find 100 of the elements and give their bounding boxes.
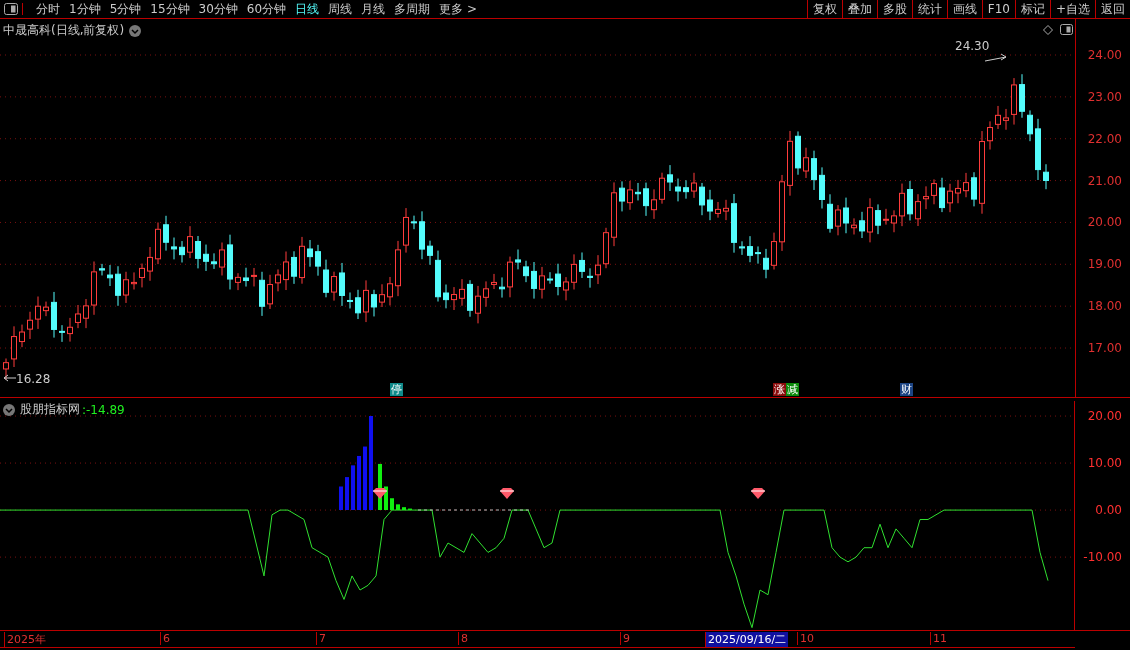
candlestick	[739, 240, 745, 256]
candlestick	[371, 289, 377, 317]
candlestick	[179, 240, 185, 263]
candlestick	[707, 189, 713, 221]
candlestick	[1035, 118, 1041, 181]
candlestick	[931, 178, 937, 205]
period-tab[interactable]: 多周期	[394, 0, 431, 18]
candlestick	[51, 291, 57, 339]
candlestick	[259, 271, 265, 317]
date-label: 2025年	[4, 632, 48, 647]
period-tab[interactable]: 1分钟	[69, 0, 101, 18]
candlestick	[955, 179, 961, 204]
date-label: 2025/09/16/二	[705, 632, 789, 647]
period-tab[interactable]: 周线	[328, 0, 353, 18]
price-tick-label: 24.00	[1087, 48, 1122, 62]
candlestick	[563, 276, 569, 301]
candlestick	[771, 232, 777, 271]
candlestick	[251, 267, 257, 287]
candlestick	[851, 217, 857, 235]
candlestick	[795, 130, 801, 176]
candlestick	[323, 259, 329, 298]
candlestick	[155, 221, 161, 265]
candlestick	[203, 244, 209, 272]
period-tab[interactable]: 30分钟	[198, 0, 238, 18]
event-marker[interactable]: 减	[786, 383, 799, 396]
period-tab[interactable]: 分时	[36, 0, 60, 18]
candlestick	[347, 292, 353, 309]
candlestick	[27, 311, 33, 340]
indicator-name: 股朋指标网	[20, 401, 80, 418]
candlestick	[923, 185, 929, 210]
candlestick	[283, 251, 289, 291]
candlestick	[755, 245, 761, 265]
event-marker[interactable]: 财	[900, 383, 913, 396]
candlestick	[659, 172, 665, 205]
indicator-value: :-14.89	[82, 402, 125, 417]
candlestick	[787, 130, 793, 197]
panel-toggle-icon[interactable]	[4, 3, 23, 15]
candlestick	[475, 285, 481, 324]
candlestick	[35, 296, 41, 330]
period-tab[interactable]: 60分钟	[246, 0, 287, 18]
diamond-icon[interactable]	[1043, 25, 1053, 35]
candlestick	[715, 201, 721, 219]
candlestick	[1011, 77, 1017, 126]
candlestick	[219, 242, 225, 276]
period-tab[interactable]: 15分钟	[150, 0, 190, 18]
candlestick	[763, 248, 769, 279]
candlestick	[195, 235, 201, 269]
candlestick	[939, 177, 945, 213]
price-tick-label: 23.00	[1087, 89, 1122, 104]
price-tick-label: 19.00	[1087, 257, 1122, 272]
candlestick	[427, 240, 433, 266]
candlestick	[971, 171, 977, 207]
candlestick	[379, 283, 385, 308]
candlestick	[435, 250, 441, 302]
candlestick	[91, 261, 97, 316]
candlestick	[611, 181, 617, 247]
candlestick	[43, 301, 49, 317]
panel-toggle-icon[interactable]	[1060, 24, 1073, 35]
candlestick	[307, 239, 313, 268]
candlestick	[899, 183, 905, 227]
candlestick	[819, 166, 825, 209]
period-tab[interactable]: 月线	[361, 0, 386, 18]
candlestick	[803, 147, 809, 179]
candlestick	[1019, 73, 1025, 119]
candlestick	[395, 240, 401, 297]
period-tab[interactable]: 更多 >	[439, 0, 477, 18]
candlestick	[891, 209, 897, 233]
candlestick	[811, 150, 817, 191]
candlestick	[163, 215, 169, 252]
candlestick	[907, 180, 913, 221]
candlestick	[75, 304, 81, 329]
date-label: 10	[797, 632, 816, 645]
arrow-icon	[984, 53, 1007, 62]
candlestick	[459, 278, 465, 307]
candlestick	[443, 284, 449, 309]
date-label: 7	[316, 632, 328, 645]
candlestick	[539, 266, 545, 300]
chevron-icon[interactable]	[129, 24, 142, 37]
price-tick-label: 20.00	[1087, 215, 1122, 230]
candlestick	[451, 286, 457, 311]
candlestick	[131, 271, 137, 290]
candlestick	[547, 271, 553, 285]
candlestick	[627, 180, 633, 211]
candlestick	[99, 263, 105, 276]
event-marker[interactable]: 涨	[773, 383, 786, 396]
candlestick	[19, 324, 25, 348]
candlestick	[995, 105, 1001, 130]
period-tab[interactable]: 5分钟	[109, 0, 142, 18]
candlestick	[363, 279, 369, 323]
low-price-label: 16.28	[16, 372, 51, 386]
candlestick	[531, 261, 537, 300]
candlestick	[11, 325, 17, 368]
candlestick	[115, 265, 121, 307]
candlestick	[483, 280, 489, 308]
candlestick	[691, 172, 697, 199]
event-marker[interactable]: 停	[390, 383, 403, 396]
period-tab[interactable]: 日线	[295, 0, 320, 18]
chevron-icon[interactable]	[3, 403, 15, 416]
candlestick	[699, 182, 705, 216]
indicator-tick-label: 20.00	[1087, 409, 1122, 424]
